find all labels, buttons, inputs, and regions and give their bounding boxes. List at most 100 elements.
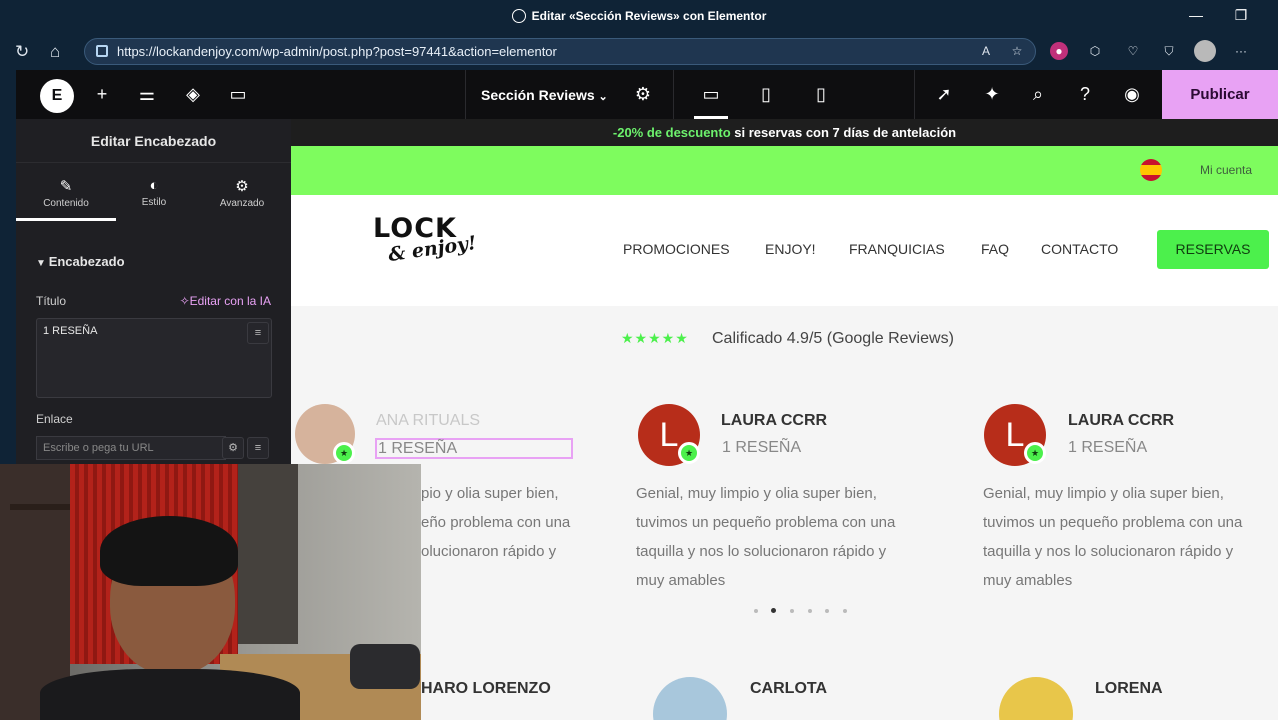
heart-pulse-icon[interactable]: ♡ [1124,42,1142,60]
mobile-view-icon[interactable]: ▯ [810,84,832,105]
review-line: eño problema con una [421,514,571,531]
review-line: taquilla y nos lo solucionaron rápido y [636,543,887,560]
review-line: tuvimos un pequeño problema con una [636,514,896,531]
editor-panel: Editar Encabezado ✎ Contenido ◐ Estilo ⚙ Av… [16,119,291,464]
url-text: https://lockandenjoy.com/wp-admin/post.p… [117,44,557,59]
carousel-dot-active[interactable] [771,608,776,613]
extension-shield-icon[interactable]: ● [1050,42,1068,60]
tablet-view-icon[interactable]: ▯ [755,84,777,105]
tab-content[interactable]: ✎ Contenido [20,177,112,209]
more-menu-icon[interactable]: ··· [1232,42,1250,60]
reservas-button[interactable]: RESERVAS [1157,230,1269,269]
link-options-gear-icon[interactable]: ⚙ [222,437,244,459]
profile-avatar[interactable] [1194,40,1216,62]
reviewer-name: LAURA CCRR [1068,412,1175,429]
section-toggle-encabezado[interactable]: ▼ Encabezado [36,254,125,269]
divider [465,70,466,119]
carousel-dot[interactable] [808,609,812,613]
active-tab-indicator [16,218,116,221]
reviewer-sub: 1 RESEÑA [722,439,802,456]
divider [673,70,674,119]
rating-stars: ★★★★★ [621,330,689,346]
google-badge-icon: ★ [1024,442,1046,464]
nav-contacto[interactable]: CONTACTO [1041,241,1118,257]
search-icon[interactable]: ⌕ [1027,84,1049,105]
dynamic-tags-icon[interactable]: ≡ [247,322,269,344]
avatar [653,677,727,720]
review-line: muy amables [636,572,726,589]
home-icon[interactable]: ⌂ [50,42,60,62]
panel-title: Editar Encabezado [16,119,291,163]
help-icon[interactable]: ? [1074,84,1096,105]
my-account-link[interactable]: Mi cuenta [1200,163,1252,177]
browser-title-bar: Editar «Sección Reviews» con Elementor —… [0,0,1278,33]
rocket-icon[interactable]: ➚ [933,84,955,105]
link-label: Enlace [36,412,73,426]
lock-icon [96,45,108,57]
nav-promociones[interactable]: PROMOCIONES [623,241,730,257]
reviewer-name: LORENA [1095,680,1163,697]
review-line: Genial, muy limpio y olia super bien, [636,485,877,502]
edit-with-ai-button[interactable]: ✧Editar con la IA [180,294,271,308]
caret-down-icon: ▼ [36,258,49,269]
carousel-dot[interactable] [825,609,829,613]
carousel-dot[interactable] [843,609,847,613]
review-line: Genial, muy limpio y olia super bien, [983,485,1224,502]
reviewer-name: CARLOTA [750,680,828,697]
title-label: Título [36,294,67,308]
nav-franquicias[interactable]: FRANQUICIAS [849,241,945,257]
page-settings-gear-icon[interactable]: ⚙ [632,84,654,105]
review-line: muy amables [983,572,1073,589]
tab-advanced[interactable]: ⚙ Avanzado [196,177,288,209]
tab-style[interactable]: ◐ Estilo [108,177,200,208]
nav-faq[interactable]: FAQ [981,241,1009,257]
avatar [999,677,1073,720]
chevron-down-icon: ⌄ [598,91,608,103]
address-row: ↻ ⌂ https://lockandenjoy.com/wp-admin/po… [0,33,1278,70]
pencil-icon: ✎ [59,178,73,195]
comments-icon[interactable]: ▭ [227,84,249,105]
link-url-input[interactable]: Escribe o pega tu URL [36,436,226,460]
sparkle-icon: ✧ [179,294,190,308]
reviewer-sub: 1 RESEÑA [1068,439,1148,456]
google-badge-icon: ★ [333,442,355,464]
carousel-dot[interactable] [790,609,794,613]
favorite-star-icon[interactable]: ☆ [1008,42,1026,60]
add-element-icon[interactable]: + [91,84,113,105]
elementor-toolbar: E + ⚌ ◈ ▭ Sección Reviews ⌄ ⚙ ▭ ▯ ▯ ➚ ✦ … [16,70,1278,119]
top-green-bar: Mi cuenta [291,146,1278,195]
reviewer-sub-selected[interactable]: 1 RESEÑA [375,438,573,459]
gear-icon: ⚙ [235,178,249,195]
publish-button[interactable]: Publicar [1162,70,1278,119]
link-dynamic-tags-icon[interactable]: ≡ [247,437,269,459]
preview-eye-icon[interactable]: ◉ [1121,84,1143,105]
minimize-button[interactable]: — [1186,7,1206,23]
google-badge-icon: ★ [678,442,700,464]
maximize-button[interactable]: ❐ [1231,7,1251,24]
url-bar[interactable]: https://lockandenjoy.com/wp-admin/post.p… [84,38,1036,65]
title-textarea[interactable]: 1 RESEÑA [36,318,272,398]
reviewer-name: HARO LORENZO [421,680,551,697]
site-settings-icon[interactable]: ⚌ [136,84,158,105]
site-header: LOCK & enjoy! PROMOCIONES ENJOY! FRANQUI… [291,195,1278,306]
shield-icon[interactable]: ⛉ [1160,42,1178,60]
review-line: pio y olia super bien, [421,485,559,502]
extensions-icon[interactable]: ⬡ [1086,42,1104,60]
browser-sidebar-strip [0,70,16,470]
notifications-icon[interactable]: ✦ [981,84,1003,105]
globe-icon [511,9,526,23]
structure-layers-icon[interactable]: ◈ [182,84,204,105]
nav-enjoy[interactable]: ENJOY! [765,241,816,257]
spain-flag-icon[interactable] [1140,159,1162,181]
document-title[interactable]: Sección Reviews ⌄ [481,87,608,103]
carousel-dot[interactable] [754,609,758,613]
elementor-logo-icon[interactable]: E [40,79,74,113]
refresh-icon[interactable]: ↻ [15,42,29,62]
desktop-view-icon[interactable]: ▭ [700,84,722,105]
reviewer-name: LAURA CCRR [721,412,828,429]
read-aloud-icon[interactable]: A [977,42,995,60]
site-preview: -20% de descuento si reservas con 7 días… [291,119,1278,720]
divider [914,70,915,119]
rating-text: Calificado 4.9/5 (Google Reviews) [712,330,954,347]
review-line: olucionaron rápido y [421,543,557,560]
